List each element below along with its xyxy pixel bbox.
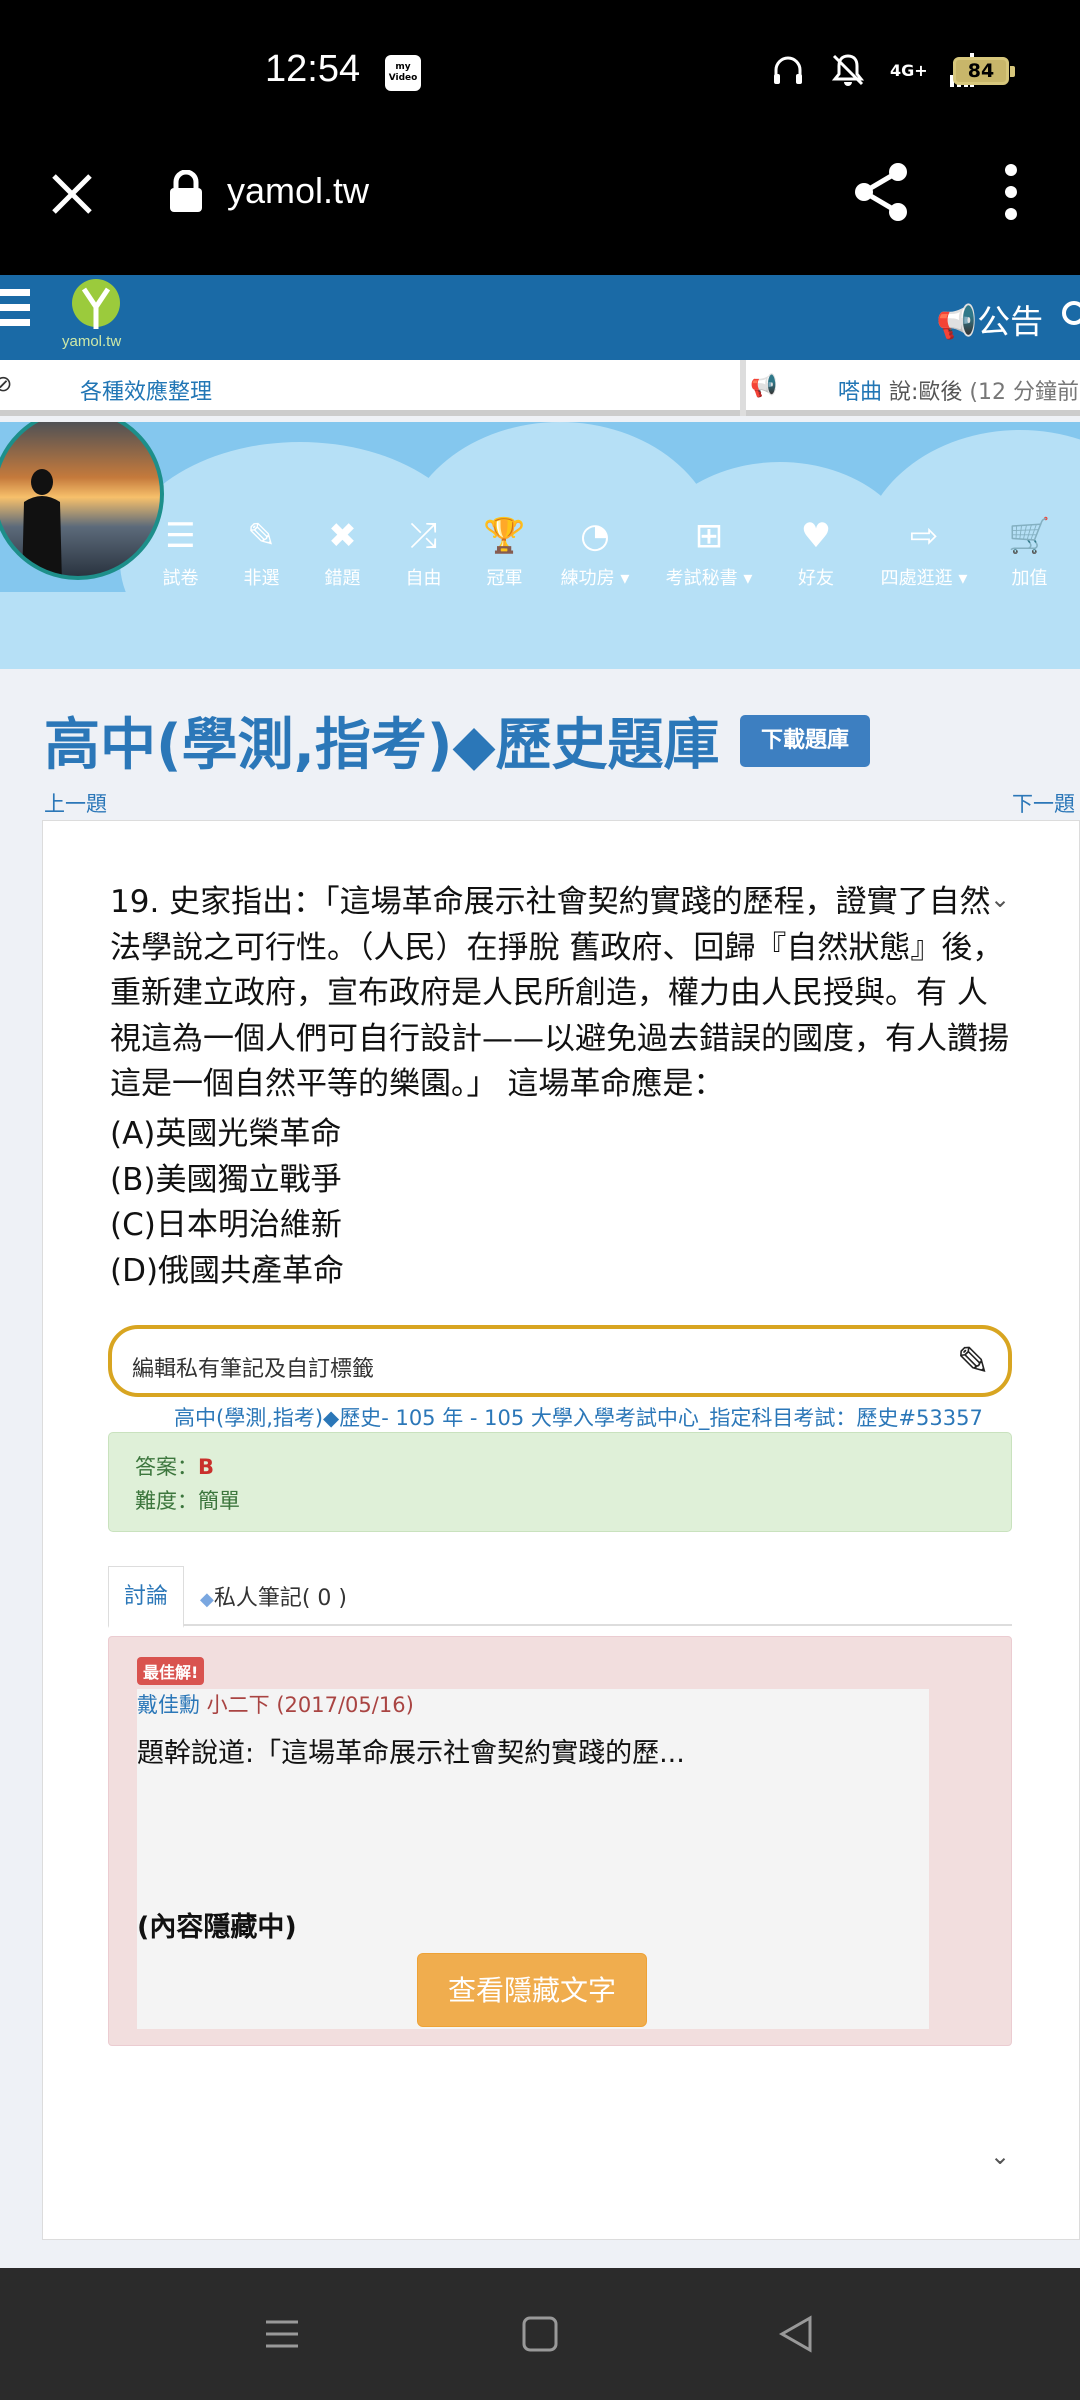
pencil-icon: ✎ [247,516,276,556]
best-answer-panel: 最佳解! 戴佳勳 小二下 (2017/05/16) 題幹說道:「這場革命展示社會… [108,1636,1012,2046]
more-options-icon[interactable] [996,162,1026,222]
network-type: 4G+ [890,60,928,80]
headphones-icon [774,56,802,84]
ticker-divider [740,360,746,416]
system-nav-bar [0,2268,1080,2400]
logo-text: yamol.tw [62,333,122,350]
battery-indicator: 84 [953,57,1015,85]
main-nav: ☰ 試卷 ✎ 非選 ✖ 錯題 ⤮ 自由 🏆 冠軍 ◔ 練功房 ▾ ⊞ 考試秘書 ▾ ♥ 好友 ⇨… [140,514,1070,590]
option-a[interactable]: (A)英國光榮革命 [110,1112,344,1158]
nav-item-wrong[interactable]: ✖ 錯題 [302,514,383,590]
answer-row: 答案：B [135,1455,215,1479]
cloud-base [0,592,1080,669]
nav-item-champion[interactable]: 🏆 冠軍 [464,514,545,590]
site-menu-icon[interactable] [0,289,30,335]
megaphone-icon: 📢 [936,302,978,341]
nav-item-free[interactable]: ⤮ 自由 [383,514,464,590]
option-c[interactable]: (C)日本明治維新 [110,1203,344,1249]
discussion-tabs: 討論 ◆私人筆記( 0 ) [108,1566,1012,1628]
answer-options: (A)英國光榮革命 (B)美國獨立戰爭 (C)日本明治維新 (D)俄國共產革命 [110,1112,344,1294]
signout-icon: ⇨ [909,516,939,556]
page-title: 高中(學測,指考)◆歷史題庫 [44,713,720,778]
nav-banner: ☰ 試卷 ✎ 非選 ✖ 錯題 ⤮ 自由 🏆 冠軍 ◔ 練功房 ▾ ⊞ 考試秘書 ▾ ♥ 好友 ⇨… [0,422,1080,669]
answer-value: B [198,1455,215,1479]
download-bank-button[interactable]: 下載題庫 [740,715,870,767]
option-b[interactable]: (B)美國獨立戰爭 [110,1158,344,1204]
option-d[interactable]: (D)俄國共產革命 [110,1249,344,1295]
menu-icon: ☰ [165,516,196,556]
tab-private-notes[interactable]: ◆私人筆記( 0 ) [200,1580,347,1612]
answer-box: 答案：B 難度：簡單 [108,1432,1012,1532]
answer-author: 戴佳勳 小二下 (2017/05/16) [137,1693,414,1717]
edit-pencil-icon[interactable]: ✎ [956,1339,990,1385]
diamond-icon: ◆ [200,1589,214,1610]
announcement-ticker: ⊘ 各種效應整理 📢 嗒曲 說:歐後 (12 分鐘前) [0,360,1080,416]
best-answer-badge: 最佳解! [137,1657,205,1685]
ticker-link[interactable]: 各種效應整理 [80,374,212,406]
my-video-app-icon: my Video [385,55,421,91]
reveal-hidden-text-button[interactable]: 查看隱藏文字 [417,1953,647,2027]
ticker-message: 嗒曲 說:歐後 (12 分鐘前) [838,380,1080,405]
yamol-logo-icon[interactable] [66,279,126,333]
close-icon: ✖ [328,516,357,556]
browser-toolbar: yamol.tw [0,140,1080,275]
link-icon: ⊘ [0,372,13,397]
question-source-link[interactable]: 高中(學測,指考)◆歷史- 105 年 - 105 大學入學考試中心_指定科目考… [174,1402,983,1432]
nav-item-exam-secretary[interactable]: ⊞ 考試秘書 ▾ [645,514,773,590]
gauge-icon: ◔ [580,516,610,556]
search-icon[interactable] [1060,299,1080,333]
hidden-content-label: (內容隱藏中) [137,1912,297,1943]
next-question-link[interactable]: 下一題 [1012,788,1075,818]
home-icon[interactable] [520,2314,560,2354]
nav-item-exam[interactable]: ☰ 試卷 [140,514,221,590]
notice-link[interactable]: 📢公告 [936,295,1043,343]
author-name[interactable]: 戴佳勳 [137,1693,200,1717]
difficulty-row: 難度：簡單 [135,1489,240,1513]
back-icon[interactable] [776,2314,816,2354]
tab-discussion[interactable]: 討論 [108,1566,184,1628]
nav-item-explore[interactable]: ⇨ 四處逛逛 ▾ [859,514,989,590]
share-icon[interactable] [850,160,914,224]
mute-bell-icon [831,54,865,86]
answer-excerpt: 題幹說道:「這場革命展示社會契約實踐的歷... [137,1738,685,1769]
nav-item-addvalue[interactable]: 🛒 加值 [989,514,1070,590]
shuffle-icon: ⤮ [409,516,438,556]
note-placeholder: 編輯私有筆記及自訂標籤 [132,1357,375,1382]
medkit-icon: ⊞ [694,516,724,556]
heart-icon: ♥ [800,516,832,556]
private-note-field[interactable]: 編輯私有筆記及自訂標籤 ✎ [108,1325,1012,1397]
url-bar[interactable]: yamol.tw [227,170,369,212]
prev-question-link[interactable]: 上一題 [44,788,107,818]
chevron-down-icon[interactable]: ⌄ [990,2142,1010,2170]
nav-item-practice[interactable]: ◔ 練功房 ▾ [545,514,645,590]
close-tab-icon[interactable] [48,170,96,218]
site-header: yamol.tw 📢公告 [0,275,1080,360]
recents-icon[interactable] [262,2314,302,2354]
ticker-user[interactable]: 嗒曲 [838,380,882,405]
status-bar: 12:54 my Video 4G+ 84 [0,0,1080,140]
lock-icon [170,170,202,212]
status-time: 12:54 [265,48,361,90]
trophy-icon: 🏆 [483,516,526,556]
question-text: 19. 史家指出：「這場革命展示社會契約實踐的歷程，證實了自然法學說之可行性。（… [110,884,1009,1102]
nav-item-friends[interactable]: ♥ 好友 [773,514,859,590]
status-icons: 4G+ [770,52,974,88]
nav-item-nonchoice[interactable]: ✎ 非選 [221,514,302,590]
difficulty-value: 簡單 [198,1489,240,1513]
ticker-megaphone-icon: 📢 [750,374,778,399]
cart-icon: 🛒 [1008,516,1051,556]
